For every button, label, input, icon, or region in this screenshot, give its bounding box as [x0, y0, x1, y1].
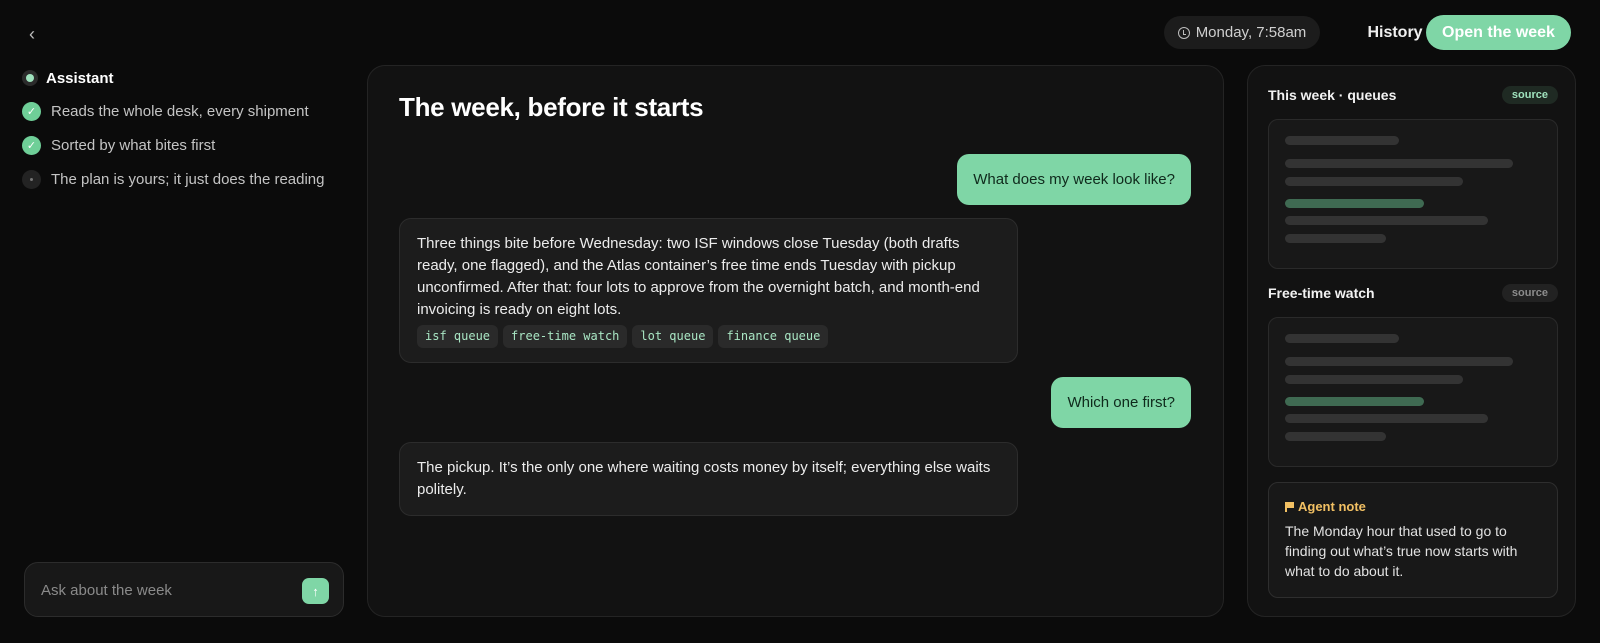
skeleton-line [1285, 216, 1488, 225]
step-item: ✓ Reads the whole desk, every shipment [22, 99, 352, 123]
skeleton-line [1285, 159, 1513, 168]
skeleton-line [1285, 414, 1488, 423]
user-message: Which one first? [1051, 377, 1191, 428]
user-message: What does my week look like? [957, 154, 1191, 205]
agent-note-header: Agent note [1285, 499, 1541, 514]
back-button[interactable]: ‹ [18, 20, 46, 48]
assistant-message-text: Three things bite before Wednesday: two … [417, 235, 980, 318]
skeleton-card-free-time [1268, 317, 1558, 467]
skeleton-line [1285, 357, 1513, 366]
step-label: Sorted by what bites first [51, 136, 216, 154]
agent-note-body: The Monday hour that used to go to findi… [1285, 523, 1518, 579]
tag-lot-queue[interactable]: lot queue [632, 325, 714, 348]
assistant-message-text: The pickup. It’s the only one where wait… [417, 459, 991, 498]
assistant-steps: Assistant ✓ Reads the whole desk, every … [22, 66, 352, 191]
flag-icon [1285, 501, 1294, 512]
source-badge[interactable]: source [1501, 284, 1558, 302]
check-icon: ✓ [22, 101, 41, 121]
chat-panel: The week, before it starts What does my … [367, 65, 1224, 617]
assistant-status-icon [22, 70, 38, 86]
current-time: Monday, 7:58am [1195, 24, 1307, 41]
source-tags: isf queue free-time watch lot queue fina… [417, 325, 1000, 348]
source-badge[interactable]: source [1501, 86, 1558, 104]
send-button[interactable]: ↑ [302, 578, 329, 604]
check-icon: ✓ [22, 135, 41, 155]
tag-free-time-watch[interactable]: free-time watch [503, 325, 628, 348]
skeleton-line [1285, 234, 1386, 243]
skeleton-line [1285, 199, 1424, 208]
skeleton-line [1285, 432, 1386, 441]
skeleton-card-queues [1268, 119, 1558, 269]
step-item: ✓ Sorted by what bites first [22, 133, 352, 157]
card-title: This week · queues [1268, 87, 1397, 103]
skeleton-line [1285, 375, 1463, 384]
time-pill: Monday, 7:58am [1164, 16, 1320, 49]
skeleton-line [1285, 397, 1424, 406]
assistant-message: Three things bite before Wednesday: two … [399, 218, 1018, 363]
skeleton-line [1285, 334, 1399, 343]
chat-title: The week, before it starts [399, 92, 704, 122]
tag-finance-queue[interactable]: finance queue [718, 325, 829, 348]
clock-icon [1177, 26, 1190, 39]
step-item: The plan is yours; it just does the read… [22, 167, 352, 191]
assistant-header: Assistant [22, 66, 352, 90]
card-title: Free-time watch [1268, 285, 1375, 301]
assistant-label: Assistant [46, 69, 114, 87]
card-header-queues: This week · queues source [1268, 84, 1558, 106]
ask-input[interactable] [41, 579, 291, 601]
assistant-message: The pickup. It’s the only one where wait… [399, 442, 1018, 516]
step-label: Reads the whole desk, every shipment [51, 102, 309, 120]
ask-box: ↑ [24, 562, 344, 617]
agent-note-title: Agent note [1298, 499, 1366, 514]
arrow-up-icon: ↑ [312, 583, 319, 599]
skeleton-line [1285, 177, 1463, 186]
step-label: The plan is yours; it just does the read… [51, 170, 325, 188]
agent-note: Agent note The Monday hour that used to … [1268, 482, 1558, 598]
open-week-button[interactable]: Open the week [1426, 15, 1571, 50]
tag-isf-queue[interactable]: isf queue [417, 325, 499, 348]
skeleton-line [1285, 136, 1399, 145]
card-header-free-time: Free-time watch source [1268, 282, 1558, 304]
context-panel: This week · queues source Free-time watc… [1247, 65, 1576, 617]
top-bar: ‹ Monday, 7:58am History Open the week [0, 0, 1600, 64]
chevron-left-icon: ‹ [29, 23, 35, 44]
pending-dot-icon [22, 169, 41, 189]
